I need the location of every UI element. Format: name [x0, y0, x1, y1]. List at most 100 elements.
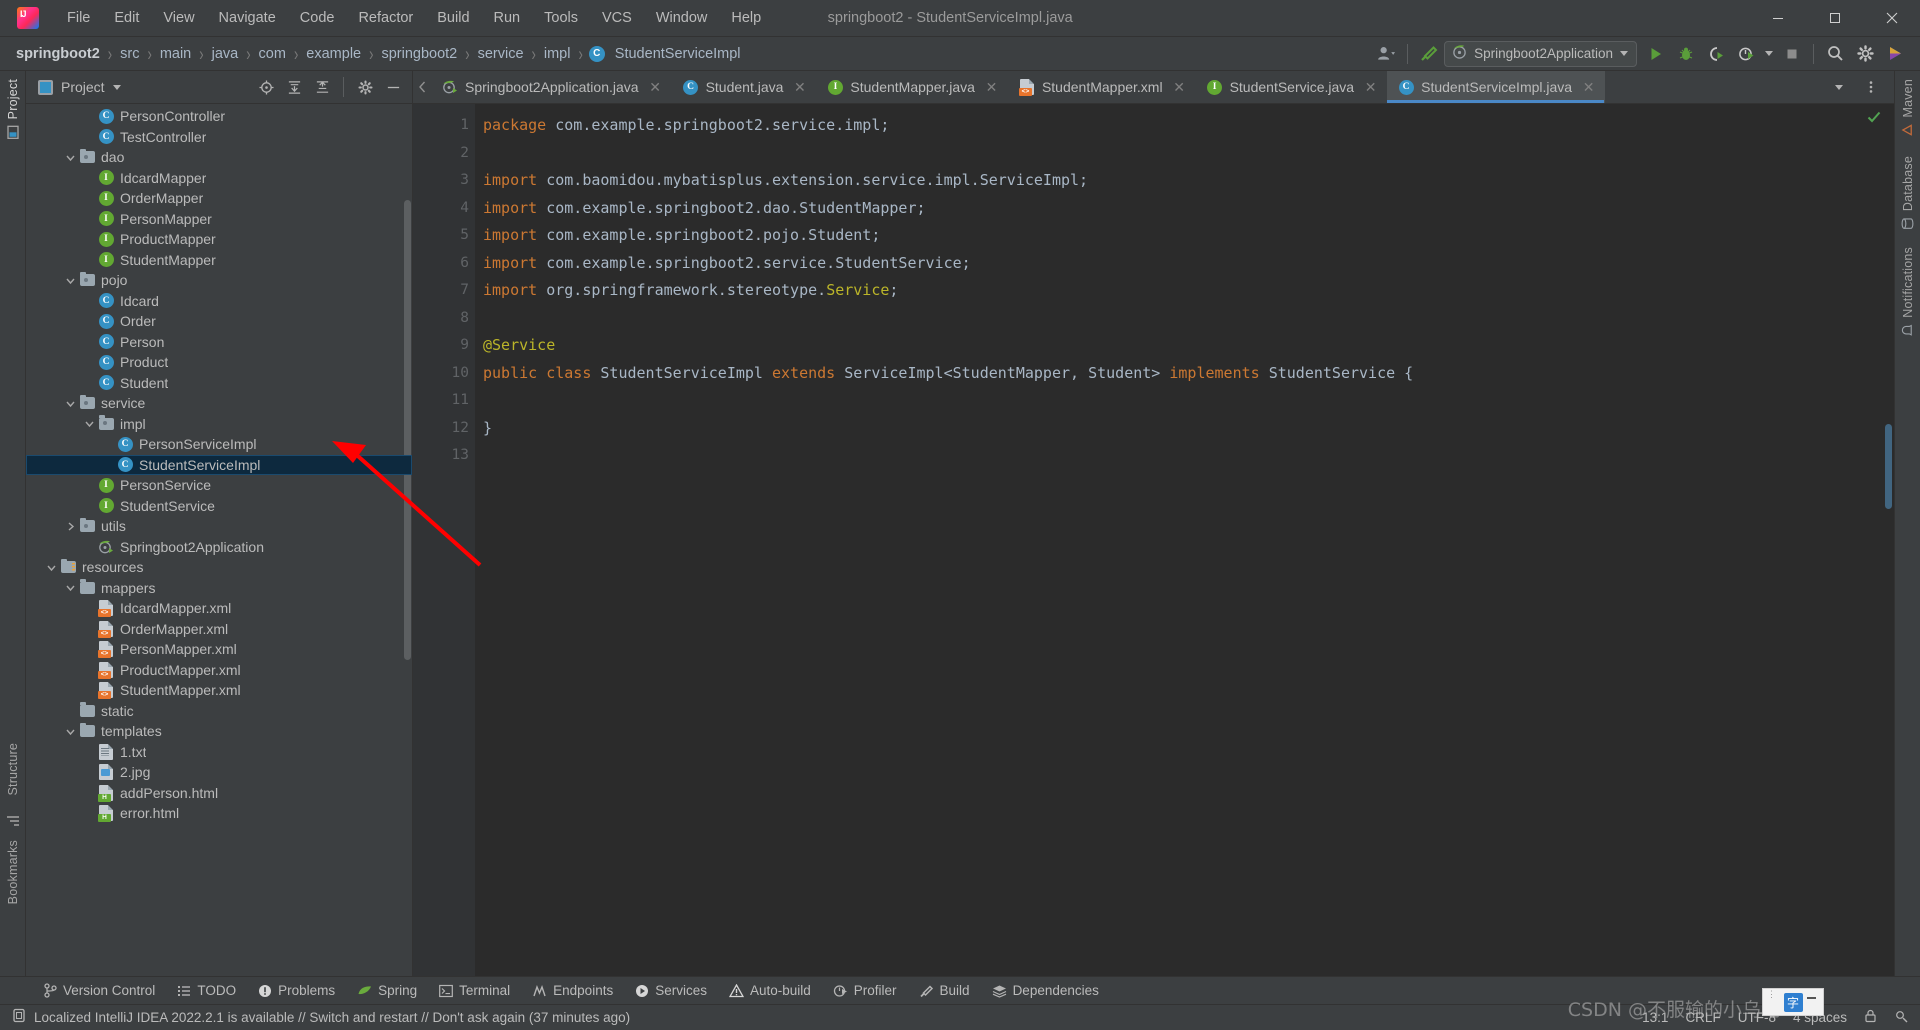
breadcrumb-item-springboot2[interactable]: springboot2	[12, 44, 104, 64]
editor-body[interactable]: 1 2 3 4 5 6 7 8 9 10 11 12 13 package com.example.sp…	[413, 104, 1894, 976]
code-line[interactable]: }	[483, 415, 1882, 443]
debug-button[interactable]	[1671, 40, 1701, 68]
profile-dropdown-icon[interactable]	[1761, 40, 1777, 68]
tree-item[interactable]: C Idcard	[26, 291, 412, 312]
line-number[interactable]: 2	[413, 140, 475, 168]
minimize-button[interactable]	[1749, 0, 1806, 37]
account-icon[interactable]	[1371, 40, 1401, 68]
menu-item-refactor[interactable]: Refactor	[346, 7, 425, 29]
menu-item-window[interactable]: Window	[644, 7, 720, 29]
line-number[interactable]: 11	[413, 387, 475, 415]
tree-item[interactable]: Herror.html	[26, 803, 412, 824]
chevron-down-icon[interactable]	[64, 725, 77, 738]
code-line[interactable]	[483, 387, 1882, 415]
chevron-down-icon[interactable]	[64, 581, 77, 594]
tree-item[interactable]: <> ProductMapper.xml	[26, 660, 412, 681]
tree-item[interactable]: <> PersonMapper.xml	[26, 639, 412, 660]
project-tree[interactable]: C PersonController C TestController dao I Idca…	[26, 104, 412, 976]
code-line[interactable]: package com.example.springboot2.service.…	[483, 112, 1882, 140]
run-configuration-selector[interactable]: Springboot2Application	[1444, 40, 1637, 67]
tree-item[interactable]: 2.jpg	[26, 762, 412, 783]
inspection-status-ok-icon[interactable]	[1867, 110, 1881, 128]
menu-item-tools[interactable]: Tools	[532, 7, 590, 29]
tree-item[interactable]: impl	[26, 414, 412, 435]
tree-item[interactable]: <> IdcardMapper.xml	[26, 598, 412, 619]
editor-scrollbar[interactable]	[1885, 424, 1892, 509]
breadcrumb-item-service[interactable]: service	[474, 44, 528, 64]
editor-tab[interactable]: Springboot2Application.java ✕	[431, 71, 672, 103]
sidebar-item-structure[interactable]: Structure	[6, 735, 20, 804]
code-line[interactable]: import com.example.springboot2.dao.Stude…	[483, 195, 1882, 223]
sidebar-item-project[interactable]: Project	[6, 71, 20, 151]
code-line[interactable]: @Service	[483, 332, 1882, 360]
line-number[interactable]: 12	[413, 415, 475, 443]
line-number[interactable]: 3	[413, 167, 475, 195]
line-number[interactable]: 4	[413, 195, 475, 223]
line-separator[interactable]: CRLF	[1685, 1010, 1720, 1025]
inspections-icon[interactable]	[1894, 1009, 1908, 1026]
tree-item[interactable]: dao	[26, 147, 412, 168]
line-number[interactable]: 10	[413, 360, 475, 388]
bottom-tab-build[interactable]: Build	[908, 980, 981, 1001]
tree-item[interactable]: I StudentService	[26, 496, 412, 517]
breadcrumb-current-file[interactable]: StudentServiceImpl	[611, 44, 745, 64]
hide-panel-icon[interactable]	[380, 75, 406, 99]
tree-item[interactable]: C Order	[26, 311, 412, 332]
tree-item[interactable]: utils	[26, 516, 412, 537]
caret-position[interactable]: 13:1	[1642, 1010, 1668, 1025]
code-line[interactable]: public class StudentServiceImpl extends …	[483, 360, 1882, 388]
line-number[interactable]: 9	[413, 332, 475, 360]
editor-gutter[interactable]: 1 2 3 4 5 6 7 8 9 10 11 12 13	[413, 104, 475, 976]
breadcrumb-item-src[interactable]: src	[116, 44, 143, 64]
tree-item[interactable]: <> OrderMapper.xml	[26, 619, 412, 640]
line-number[interactable]: 8	[413, 305, 475, 333]
menu-item-build[interactable]: Build	[425, 7, 481, 29]
code-line[interactable]	[483, 305, 1882, 333]
maximize-button[interactable]	[1806, 0, 1863, 37]
tree-item[interactable]: Springboot2Application	[26, 537, 412, 558]
breadcrumb-item-impl[interactable]: impl	[540, 44, 575, 64]
sidebar-item-notifications[interactable]: Notifications	[1901, 239, 1915, 346]
tree-item[interactable]: mappers	[26, 578, 412, 599]
build-hammer-icon[interactable]	[1414, 40, 1444, 68]
tree-item[interactable]: I OrderMapper	[26, 188, 412, 209]
editor-tab[interactable]: C Student.java ✕	[672, 71, 817, 103]
bottom-tab-spring[interactable]: Spring	[346, 980, 428, 1001]
chevron-right-icon[interactable]	[64, 520, 77, 533]
tree-item[interactable]: 1.txt	[26, 742, 412, 763]
more-options-icon[interactable]	[1856, 73, 1886, 101]
sidebar-item-database[interactable]: Database	[1901, 148, 1915, 239]
bottom-tab-services[interactable]: Services	[624, 980, 718, 1001]
profile-button[interactable]	[1731, 40, 1761, 68]
chevron-down-icon[interactable]	[64, 397, 77, 410]
sidebar-item-maven[interactable]: Maven	[1901, 71, 1915, 148]
tree-item[interactable]: templates	[26, 721, 412, 742]
breadcrumb-item-example[interactable]: example	[302, 44, 365, 64]
breadcrumb-item-java[interactable]: java	[208, 44, 243, 64]
code-line[interactable]	[483, 442, 1882, 470]
stop-button[interactable]	[1777, 40, 1807, 68]
collapse-all-icon[interactable]	[309, 75, 335, 99]
tree-item[interactable]: I PersonService	[26, 475, 412, 496]
chevron-down-icon[interactable]	[64, 274, 77, 287]
run-button[interactable]	[1641, 40, 1671, 68]
tree-item[interactable]: I ProductMapper	[26, 229, 412, 250]
bottom-tab-profiler[interactable]: Profiler	[822, 980, 908, 1001]
search-everywhere-icon[interactable]	[1820, 40, 1850, 68]
expand-all-icon[interactable]	[281, 75, 307, 99]
chevron-down-icon[interactable]	[45, 561, 58, 574]
line-number[interactable]: 7	[413, 277, 475, 305]
tabs-scroll-left-icon[interactable]	[413, 71, 431, 103]
bottom-tab-todo[interactable]: TODO	[166, 980, 247, 1001]
close-tab-icon[interactable]: ✕	[1173, 79, 1186, 96]
editor-tab[interactable]: I StudentMapper.java ✕	[816, 71, 1008, 103]
tree-item[interactable]: I IdcardMapper	[26, 168, 412, 189]
code-line[interactable]: import com.example.springboot2.service.S…	[483, 250, 1882, 278]
menu-item-vcs[interactable]: VCS	[590, 7, 644, 29]
updates-icon[interactable]	[1880, 40, 1910, 68]
line-number[interactable]: 6	[413, 250, 475, 278]
tree-item[interactable]: I StudentMapper	[26, 250, 412, 271]
line-number[interactable]: 13	[413, 442, 475, 470]
breadcrumb-item-main[interactable]: main	[156, 44, 195, 64]
tab-overflow-icon[interactable]	[1824, 73, 1854, 101]
